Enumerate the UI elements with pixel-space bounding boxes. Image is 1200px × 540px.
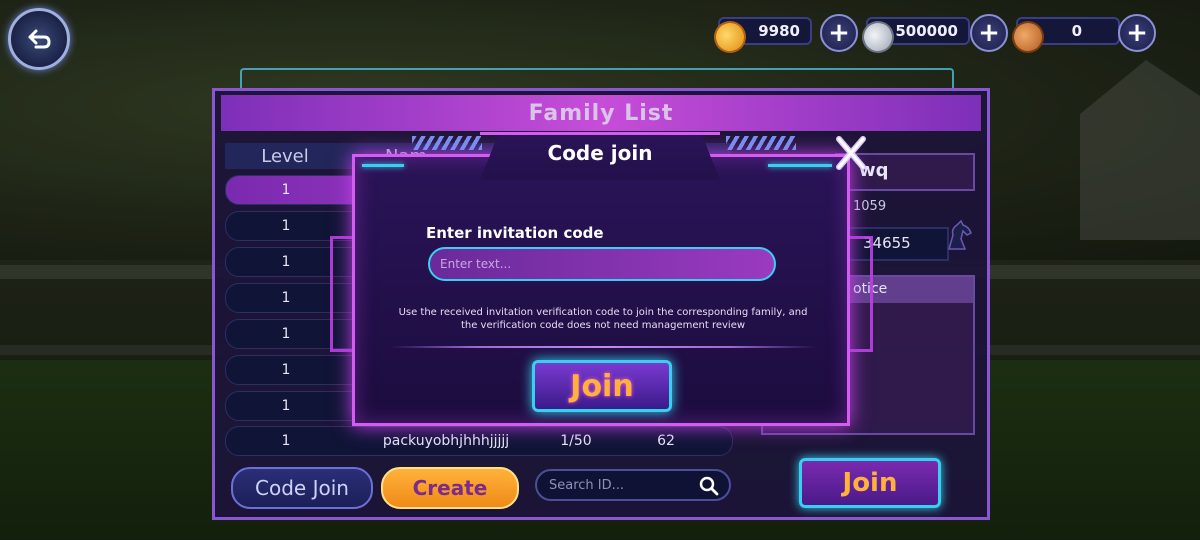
row-level: 1 [281, 326, 291, 342]
modal-stripes-right [726, 136, 796, 150]
search-input[interactable] [537, 476, 701, 494]
add-gold-button[interactable]: + [820, 14, 858, 52]
currency-bronze: 0 + [1007, 14, 1156, 58]
close-icon [836, 136, 866, 170]
invitation-code-input[interactable] [428, 247, 776, 281]
currency-gold: 9980 + [709, 14, 858, 58]
modal-right-bracket [848, 236, 873, 352]
code-join-button[interactable]: Code Join [231, 467, 373, 509]
modal-accent-right [768, 164, 832, 167]
gold-amount: 9980 [758, 22, 800, 40]
bronze-amount: 0 [1071, 22, 1082, 40]
create-button[interactable]: Create [381, 467, 519, 509]
search-icon[interactable] [699, 476, 719, 496]
modal-title: Code join [547, 141, 653, 165]
join-family-button[interactable]: Join [799, 458, 941, 508]
panel-title: Family List [528, 100, 674, 126]
currency-silver: 500000 + [857, 14, 1008, 58]
panel-title-bar: Family List [221, 95, 981, 131]
search-box [535, 469, 731, 501]
row-level: 1 [281, 398, 291, 414]
invitation-code-label: Enter invitation code [426, 224, 604, 242]
row-power: 62 [657, 433, 675, 449]
row-members: 1/50 [560, 433, 592, 449]
modal-divider [390, 346, 816, 348]
modal-join-button[interactable]: Join [532, 360, 672, 412]
back-button[interactable] [8, 8, 70, 70]
row-level: 1 [281, 362, 291, 378]
horse-icon [948, 219, 972, 250]
row-name: packuyobhjhhhjjjjj [382, 433, 510, 449]
modal-accent-left [362, 164, 404, 167]
row-level: 1 [281, 218, 291, 234]
add-silver-button[interactable]: + [970, 14, 1008, 52]
modal-close-button[interactable] [828, 130, 874, 176]
silver-amount: 500000 [895, 22, 958, 40]
row-level: 1 [281, 290, 291, 306]
header-level: Level [261, 145, 309, 167]
modal-stripes-left [412, 136, 482, 150]
row-level: 1 [281, 433, 291, 449]
row-level: 1 [281, 182, 291, 198]
family-row[interactable]: 1 packuyobhjhhhjjjjj 1/50 62 [225, 426, 733, 456]
family-id-fragment: 1059 [853, 199, 887, 214]
invitation-help-text: Use the received invitation verification… [398, 307, 808, 331]
back-arrow-icon [28, 29, 51, 49]
row-level: 1 [281, 254, 291, 270]
add-bronze-button[interactable]: + [1118, 14, 1156, 52]
